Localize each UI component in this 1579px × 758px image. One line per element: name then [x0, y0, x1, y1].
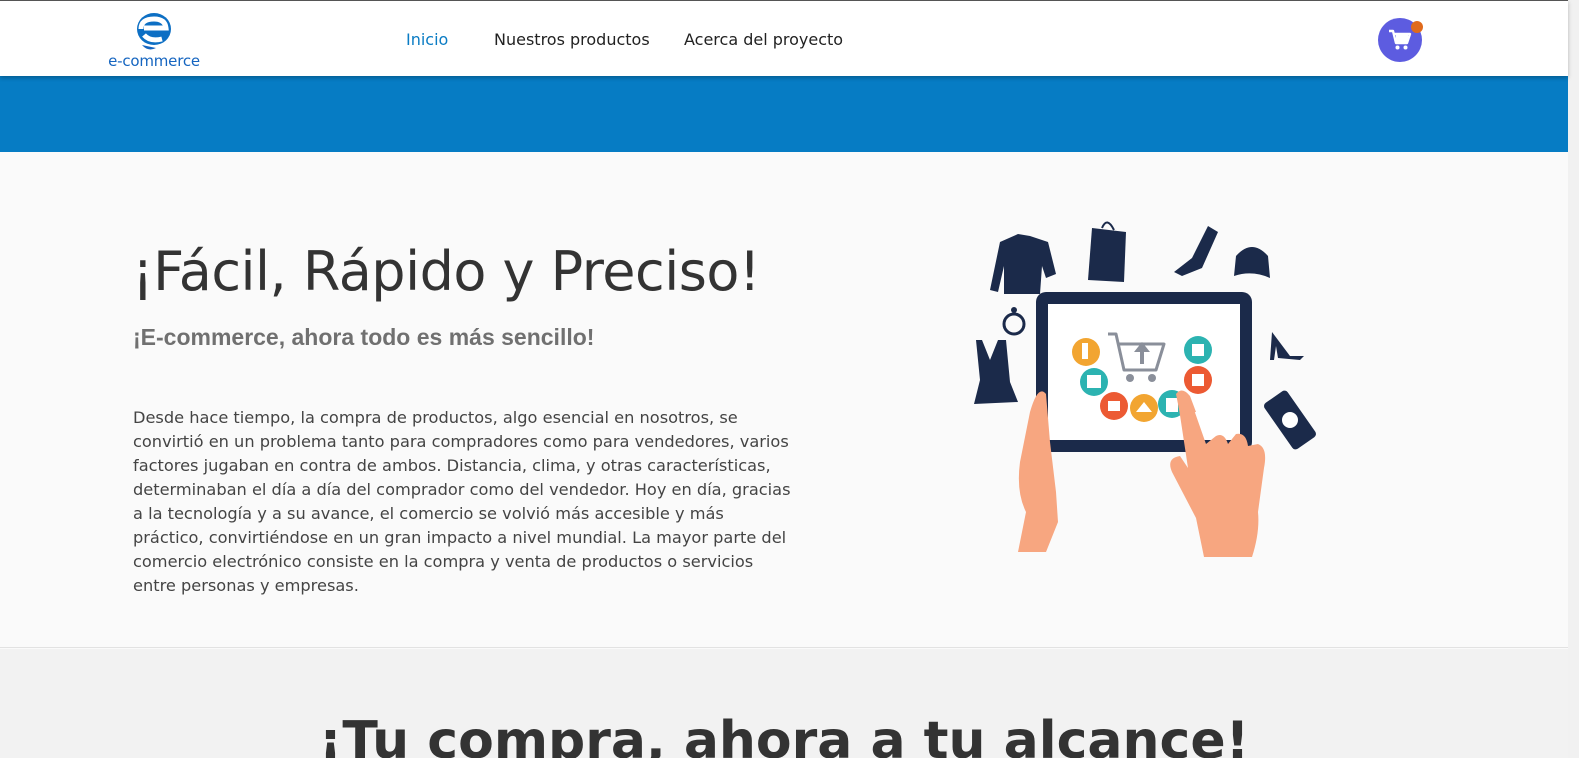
hero-title: ¡Fácil, Rápido y Preciso!: [132, 240, 761, 303]
blue-banner: [0, 76, 1568, 152]
cart-badge: [1411, 21, 1423, 33]
logo[interactable]: e-commerce: [108, 11, 200, 71]
section-tu-compra: ¡Tu compra, ahora a tu alcance!: [0, 649, 1568, 758]
page: e-commerce Inicio Nuestros productos Ace…: [0, 0, 1579, 758]
logo-text: e-commerce: [108, 52, 200, 70]
hero-section: ¡Fácil, Rápido y Preciso! ¡E-commerce, a…: [0, 152, 1568, 648]
hero-subtitle: ¡E-commerce, ahora todo es más sencillo!: [133, 324, 595, 350]
tablet-shopping-illustration: [974, 221, 1316, 557]
logo-e-icon: [137, 13, 171, 50]
nav-link-inicio[interactable]: Inicio: [406, 30, 448, 49]
hero-description: Desde hace tiempo, la compra de producto…: [133, 408, 791, 595]
scrollbar[interactable]: [1568, 0, 1579, 758]
shopping-cart-icon: [1389, 29, 1412, 50]
cart-button[interactable]: [1378, 18, 1423, 62]
nav-link-acerca[interactable]: Acerca del proyecto: [684, 30, 843, 49]
nav-link-productos[interactable]: Nuestros productos: [494, 30, 650, 49]
navbar: e-commerce Inicio Nuestros productos Ace…: [0, 0, 1568, 76]
section-tu-compra-title: ¡Tu compra, ahora a tu alcance!: [318, 711, 1250, 758]
